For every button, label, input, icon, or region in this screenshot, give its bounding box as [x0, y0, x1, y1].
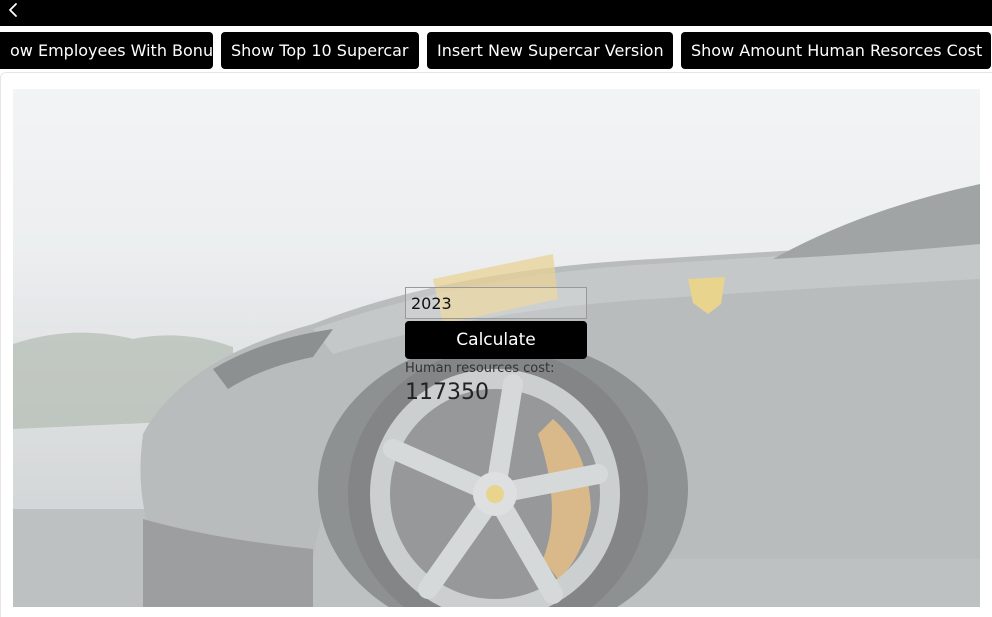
- top-bar: [0, 0, 992, 26]
- result-label: Human resources cost:: [405, 361, 555, 376]
- show-employees-with-bonus-button[interactable]: ow Employees With Bonus: [0, 32, 213, 69]
- show-top-10-supercar-button[interactable]: Show Top 10 Supercar: [221, 32, 419, 69]
- year-input[interactable]: [405, 287, 587, 319]
- nav-button-row: ow Employees With Bonus Show Top 10 Supe…: [0, 32, 992, 70]
- calculate-button[interactable]: Calculate: [405, 321, 587, 359]
- show-amount-human-resources-cost-button[interactable]: Show Amount Human Resorces Cost: [681, 32, 991, 69]
- result-value: 117350: [405, 380, 489, 405]
- insert-new-supercar-version-button[interactable]: Insert New Supercar Version: [427, 32, 673, 69]
- chevron-left-icon: [9, 3, 17, 17]
- back-button[interactable]: [4, 0, 24, 20]
